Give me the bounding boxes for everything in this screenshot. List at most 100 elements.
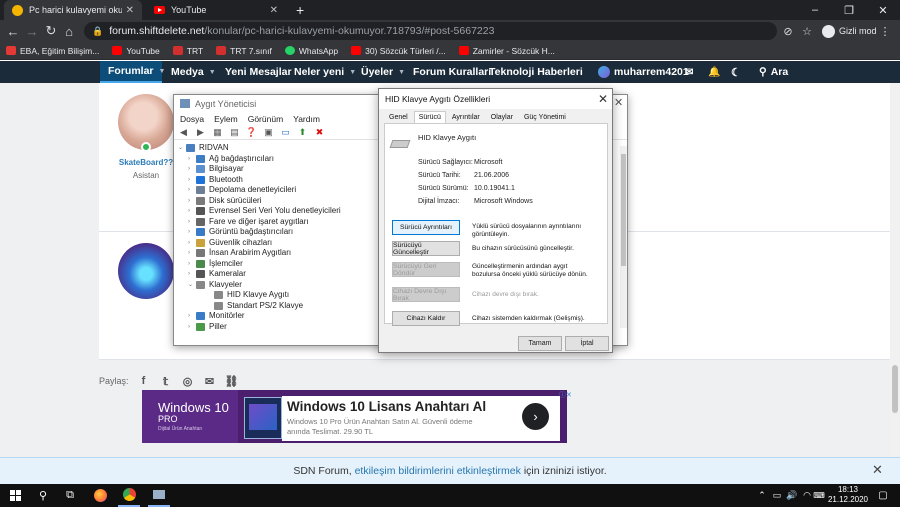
- bookmark-eba[interactable]: EBA, Eğitim Bilişim...: [6, 46, 99, 56]
- expand-chevron-icon[interactable]: ›: [188, 217, 196, 228]
- update-driver-icon[interactable]: ⬆: [297, 127, 308, 137]
- chevron-down-icon[interactable]: ▼: [159, 68, 166, 75]
- bookmark-whatsapp[interactable]: WhatsApp: [284, 46, 338, 56]
- device-category[interactable]: › Görüntü bağdaştırıcıları: [178, 227, 378, 238]
- help-icon[interactable]: ❓: [246, 127, 257, 137]
- device-category[interactable]: › Ağ bağdaştırıcıları: [178, 154, 378, 165]
- star-icon[interactable]: ☆: [800, 20, 814, 42]
- update-driver-button[interactable]: Sürücüyü Güncelleştir: [392, 241, 460, 256]
- close-notification-icon[interactable]: ✕: [872, 460, 886, 480]
- close-tab-icon[interactable]: ✕: [270, 5, 278, 16]
- bookmark-sozcuk-turleri[interactable]: 30) Sözcük Türleri /...: [351, 46, 446, 56]
- menu-gorunum[interactable]: Görünüm: [248, 114, 283, 124]
- incognito-badge[interactable]: Gizli mod: [822, 22, 877, 40]
- expand-chevron-icon[interactable]: ›: [188, 196, 196, 207]
- lock-icon[interactable]: 🔒: [92, 26, 103, 37]
- minimize-window-icon[interactable]: –: [798, 0, 832, 20]
- expand-chevron-icon[interactable]: ›: [188, 311, 196, 322]
- bookmark-youtube[interactable]: YouTube: [112, 46, 160, 56]
- whatsapp-icon[interactable]: ◎: [181, 374, 195, 388]
- menu-kebab-icon[interactable]: ⋮: [878, 20, 892, 42]
- reload-icon[interactable]: ↻: [42, 20, 60, 42]
- notification-center-icon[interactable]: ▢: [874, 484, 892, 507]
- address-bar[interactable]: 🔒 forum.shiftdelete.net/konular/pc-haric…: [84, 22, 777, 40]
- device-category[interactable]: ⌄ Klavyeler: [178, 280, 378, 291]
- expand-chevron-icon[interactable]: ›: [188, 238, 196, 249]
- device-category[interactable]: › Piller: [178, 322, 378, 333]
- driver-details-button[interactable]: Sürücü Ayrıntıları: [392, 220, 460, 235]
- device-category[interactable]: Standart PS/2 Klavye: [178, 301, 378, 312]
- nav-forum-kurallari[interactable]: Forum Kuralları: [413, 61, 491, 83]
- device-category[interactable]: › Depolama denetleyicileri: [178, 185, 378, 196]
- expand-chevron-icon[interactable]: ›: [188, 248, 196, 259]
- chevron-down-icon[interactable]: ▼: [349, 69, 356, 76]
- expand-chevron-icon[interactable]: ›: [188, 154, 196, 165]
- device-category[interactable]: HID Klavye Aygıtı: [178, 290, 378, 301]
- user-avatar-second[interactable]: [118, 243, 174, 299]
- close-window-icon[interactable]: ✕: [866, 0, 900, 20]
- cancel-button[interactable]: İptal: [565, 336, 609, 351]
- expand-chevron-icon[interactable]: ›: [188, 206, 196, 217]
- new-tab-button[interactable]: +: [288, 0, 308, 20]
- expand-chevron-icon[interactable]: ›: [188, 259, 196, 270]
- eye-off-icon[interactable]: ⊘: [781, 20, 795, 42]
- email-icon[interactable]: ✉: [203, 374, 217, 388]
- windows-start-icon[interactable]: [4, 484, 26, 507]
- back-arrow-icon[interactable]: ◀: [178, 127, 189, 137]
- menu-dosya[interactable]: Dosya: [180, 114, 204, 124]
- twitter-icon[interactable]: 𝕥: [159, 374, 173, 388]
- ad-text[interactable]: Windows 10 Lisans Anahtarı Al Windows 10…: [282, 396, 560, 441]
- nav-teknoloji-haberleri[interactable]: Teknoloji Haberleri: [489, 61, 583, 83]
- device-category[interactable]: › Fare ve diğer işaret aygıtları: [178, 217, 378, 228]
- device-category[interactable]: › Evrensel Seri Veri Yolu denetleyicileri: [178, 206, 378, 217]
- device-tree-scrollbar[interactable]: [620, 146, 627, 328]
- forward-arrow-icon[interactable]: ▶: [195, 127, 206, 137]
- search-icon[interactable]: ⚲: [32, 484, 54, 507]
- expand-chevron-icon[interactable]: ›: [188, 269, 196, 280]
- page-scrollbar[interactable]: [890, 83, 900, 457]
- bookmark-zamirler[interactable]: Zamirler - Sözcük H...: [458, 46, 555, 56]
- bookmark-trt-7[interactable]: TRT 7.sınıf: [216, 46, 272, 56]
- inbox-icon[interactable]: ✉: [685, 61, 693, 83]
- chevron-down-icon[interactable]: ▼: [398, 69, 405, 76]
- notification-link[interactable]: etkileşim bildirimlerini etkinleştirmek: [355, 465, 521, 477]
- close-tab-icon[interactable]: ✕: [126, 5, 134, 16]
- user-menu[interactable]: muharrem4201: [598, 61, 689, 83]
- bell-icon[interactable]: 🔔: [708, 61, 720, 83]
- uninstall-device-button[interactable]: Cihazı Kaldır: [392, 311, 460, 326]
- rollback-driver-button[interactable]: Sürücüyü Geri Döndür: [392, 262, 460, 277]
- tab-shiftdelete[interactable]: Pc harici kulavyemi okumuyor | ShiftDele…: [4, 0, 142, 20]
- device-category[interactable]: › Disk sürücüleri: [178, 196, 378, 207]
- expand-chevron-icon[interactable]: ›: [188, 185, 196, 196]
- chevron-down-icon[interactable]: ▼: [209, 69, 216, 76]
- expand-chevron-icon[interactable]: ›: [188, 322, 196, 333]
- device-category[interactable]: › Bilgisayar: [178, 164, 378, 175]
- forward-arrow-icon[interactable]: →: [23, 20, 41, 42]
- ad-choices-icon[interactable]: ⓘ✕: [559, 390, 572, 400]
- device-manager-taskbar-icon[interactable]: [148, 484, 170, 507]
- nav-uyeler[interactable]: Üyeler ▼: [361, 61, 405, 83]
- firefox-icon[interactable]: [89, 484, 111, 507]
- volume-icon[interactable]: 🔊: [785, 484, 799, 507]
- show-hidden-icons-icon[interactable]: ⌃: [756, 484, 768, 507]
- device-category[interactable]: › Bluetooth: [178, 175, 378, 186]
- back-arrow-icon[interactable]: ←: [4, 20, 22, 42]
- bookmark-trt[interactable]: TRT: [172, 46, 203, 56]
- collapse-icon[interactable]: ⌄: [178, 143, 186, 154]
- uninstall-x-icon[interactable]: ✖: [314, 127, 325, 137]
- scan-monitor-icon[interactable]: ▭: [280, 127, 291, 137]
- disable-device-button[interactable]: Cihazı Devre Dışı Bırak: [392, 287, 460, 302]
- moon-icon[interactable]: ☾: [731, 61, 741, 83]
- network-icon[interactable]: ▭: [770, 484, 784, 507]
- task-view-icon[interactable]: ⧉: [59, 484, 81, 507]
- hid-dialog-titlebar[interactable]: HID Klavye Aygıtı Özellikleri: [379, 89, 612, 109]
- tab-youtube[interactable]: YouTube ✕: [146, 0, 286, 20]
- expand-chevron-icon[interactable]: ⌄: [188, 280, 196, 291]
- ad-arrow-button[interactable]: ›: [522, 403, 549, 430]
- list-view-icon[interactable]: ▤: [229, 127, 240, 137]
- menu-yardim[interactable]: Yardım: [293, 114, 320, 124]
- taskbar-clock[interactable]: 18:13 21.12.2020: [822, 485, 874, 505]
- nav-neler-yeni[interactable]: Neler yeni ▼: [294, 61, 356, 83]
- nav-medya[interactable]: Medya ▼: [171, 61, 216, 83]
- tree-root[interactable]: ⌄ RIDVAN: [178, 143, 378, 154]
